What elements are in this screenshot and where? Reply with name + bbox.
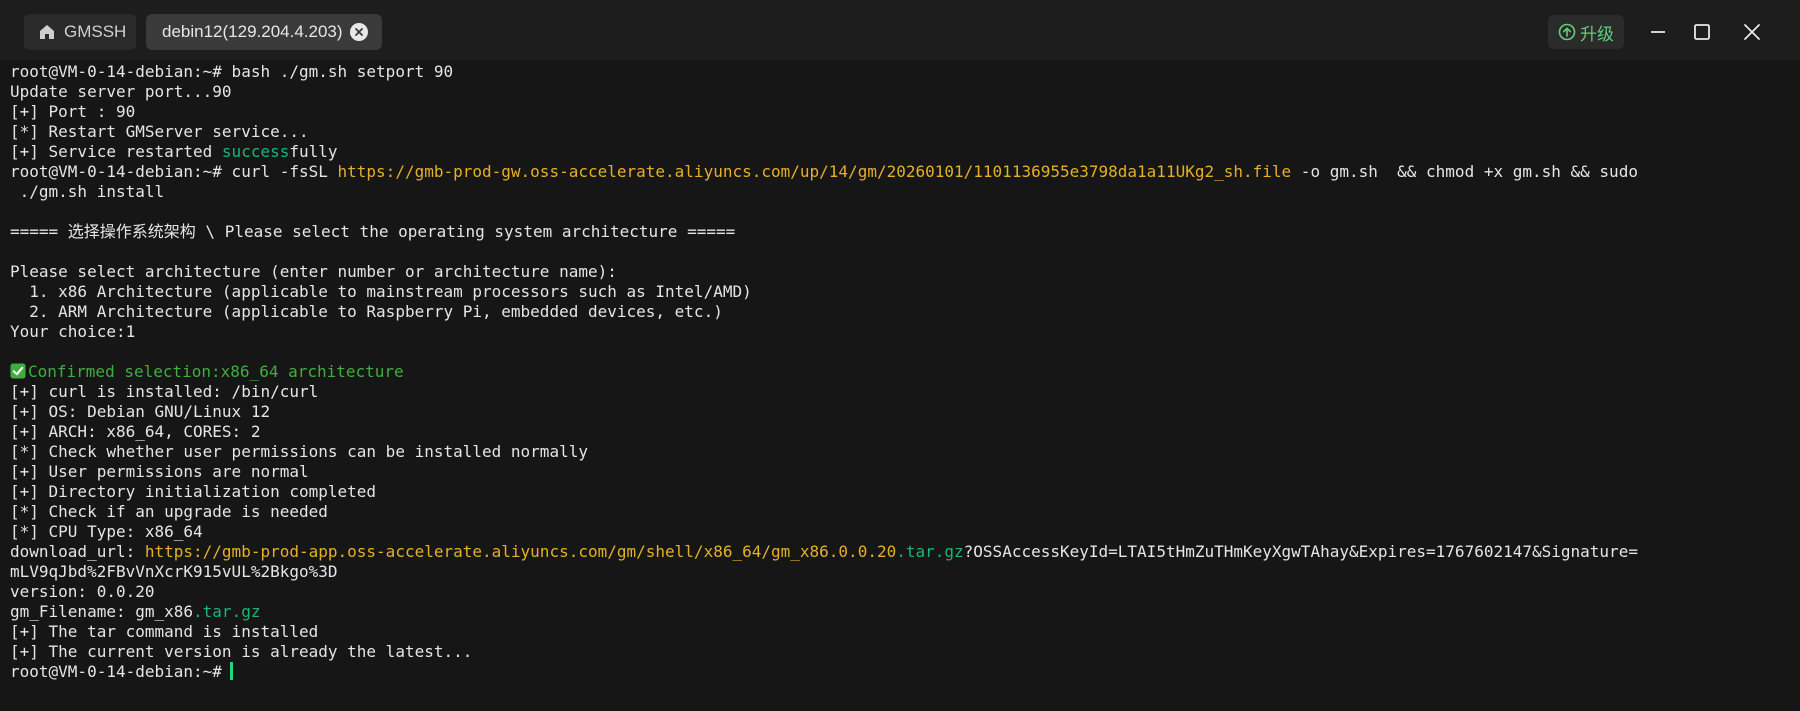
upgrade-label: 升级 [1580,24,1614,44]
terminal-line: gm_Filename: gm_x86.tar.gz [10,602,1800,622]
gmssh-app-window: GMSSH debin12(129.204.4.203) 升级 root@VM-… [0,0,1800,711]
terminal-text: success [221,142,290,161]
terminal-text: gm_Filename: gm_x86 [10,602,194,621]
terminal-line: [+] OS: Debian GNU/Linux 12 [10,402,1800,422]
maximize-icon [1694,24,1710,40]
terminal-text: [+] Service restarted [10,142,222,161]
terminal-line: [+] The current version is already the l… [10,642,1800,662]
terminal-line: [*] Check if an upgrade is needed [10,502,1800,522]
terminal-text: [+] The current version is already the l… [10,642,473,661]
terminal-text: [+] ARCH: x86_64, CORES: 2 [10,422,261,441]
close-icon [355,28,363,36]
terminal-text: root@VM-0-14-debian:~# [10,662,222,681]
terminal-line: version: 0.0.20 [10,582,1800,602]
title-bar: GMSSH debin12(129.204.4.203) 升级 [0,0,1800,60]
terminal-line: download_url: https://gmb-prod-app.oss-a… [10,542,1800,562]
terminal-line: [*] Restart GMServer service... [10,122,1800,142]
terminal-text: https://gmb-prod-app.oss-accelerate.aliy… [144,542,897,561]
terminal-text: [*] CPU Type: x86_64 [10,522,203,541]
terminal-text: ===== 选择操作系统架构 \ Please select the opera… [10,222,736,241]
terminal-text: [+] curl is installed: /bin/curl [10,382,319,401]
terminal-text: ./gm.sh install [10,182,165,201]
terminal-text: root@VM-0-14-debian:~# curl -fsSL [10,162,338,181]
terminal-text: https://gmb-prod-gw.oss-accelerate.aliyu… [337,162,1292,181]
terminal-line: mLV9qJbd%2FBvVnXcrK915vUL%2Bkgo%3D [10,562,1800,582]
terminal-text: fully [289,142,338,161]
terminal-text: [*] Check whether user permissions can b… [10,442,588,461]
terminal-text: 2. ARM Architecture (applicable to Raspb… [10,302,723,321]
terminal-text: root@VM-0-14-debian:~# bash ./gm.sh setp… [10,62,454,81]
terminal-line: 1. x86 Architecture (applicable to mains… [10,282,1800,302]
check-mark-icon [10,363,26,379]
terminal-text: 1. x86 Architecture (applicable to mains… [10,282,752,301]
terminal-text: [*] Check if an upgrade is needed [10,502,328,521]
terminal-line: [*] Check whether user permissions can b… [10,442,1800,462]
terminal-line: ===== 选择操作系统架构 \ Please select the opera… [10,222,1800,242]
terminal-line: [+] Service restarted successfully [10,142,1800,162]
minimize-icon [1651,31,1665,33]
terminal-text: Update server port...90 [10,82,232,101]
terminal-text: Confirmed selection:x86_64 architecture [28,362,404,381]
close-icon [1744,24,1760,40]
terminal-text: [+] The tar command is installed [10,622,319,641]
terminal-text: .tar.gz [896,542,964,561]
maximize-button[interactable] [1684,14,1720,50]
terminal-cursor [229,662,233,680]
arrow-up-circle-icon [1558,23,1576,41]
terminal-text: Please select architecture (enter number… [10,262,617,281]
terminal-text: [+] Directory initialization completed [10,482,377,501]
terminal-line: 2. ARM Architecture (applicable to Raspb… [10,302,1800,322]
close-window-button[interactable] [1734,14,1770,50]
terminal-text: [+] User permissions are normal [10,462,309,481]
terminal-line: Update server port...90 [10,82,1800,102]
terminal-text: [+] Port : 90 [10,102,136,121]
terminal-line: Please select architecture (enter number… [10,262,1800,282]
terminal-line: [+] Directory initialization completed [10,482,1800,502]
home-icon [40,25,54,39]
terminal-line: Confirmed selection:x86_64 architecture [10,362,1800,382]
terminal-line: [+] User permissions are normal [10,462,1800,482]
tab-session[interactable]: debin12(129.204.4.203) [146,14,382,50]
terminal-line: root@VM-0-14-debian:~# curl -fsSL https:… [10,162,1800,182]
terminal-text: version: 0.0.20 [10,582,155,601]
terminal-line: [+] ARCH: x86_64, CORES: 2 [10,422,1800,442]
terminal-line: root@VM-0-14-debian:~# bash ./gm.sh setp… [10,62,1800,82]
terminal-line: root@VM-0-14-debian:~# [10,662,1800,682]
terminal-text: .tar.gz [193,602,261,621]
terminal-text: Your choice:1 [10,322,136,341]
terminal-text: -o gm.sh && chmod +x gm.sh && sudo [1291,162,1638,181]
minimize-button[interactable] [1640,14,1676,50]
terminal-line: ./gm.sh install [10,182,1800,202]
terminal-output[interactable]: root@VM-0-14-debian:~# bash ./gm.sh setp… [0,60,1800,711]
tab-home[interactable]: GMSSH [24,14,136,50]
tab-close-button[interactable] [350,23,368,41]
terminal-text: ?OSSAccessKeyId=LTAI5tHmZuTHmKeyXgwTAhay… [963,542,1638,561]
tab-home-label: GMSSH [64,22,127,41]
upgrade-button[interactable]: 升级 [1548,15,1624,49]
terminal-text: download_url: [10,542,145,561]
terminal-text: mLV9qJbd%2FBvVnXcrK915vUL%2Bkgo%3D [10,562,338,581]
terminal-line: [*] CPU Type: x86_64 [10,522,1800,542]
terminal-text: [*] Restart GMServer service... [10,122,309,141]
terminal-line: [+] curl is installed: /bin/curl [10,382,1800,402]
terminal-line: [+] The tar command is installed [10,622,1800,642]
terminal-text: [+] OS: Debian GNU/Linux 12 [10,402,271,421]
tab-session-label: debin12(129.204.4.203) [162,22,343,41]
terminal-line: Your choice:1 [10,322,1800,342]
terminal-line: [+] Port : 90 [10,102,1800,122]
